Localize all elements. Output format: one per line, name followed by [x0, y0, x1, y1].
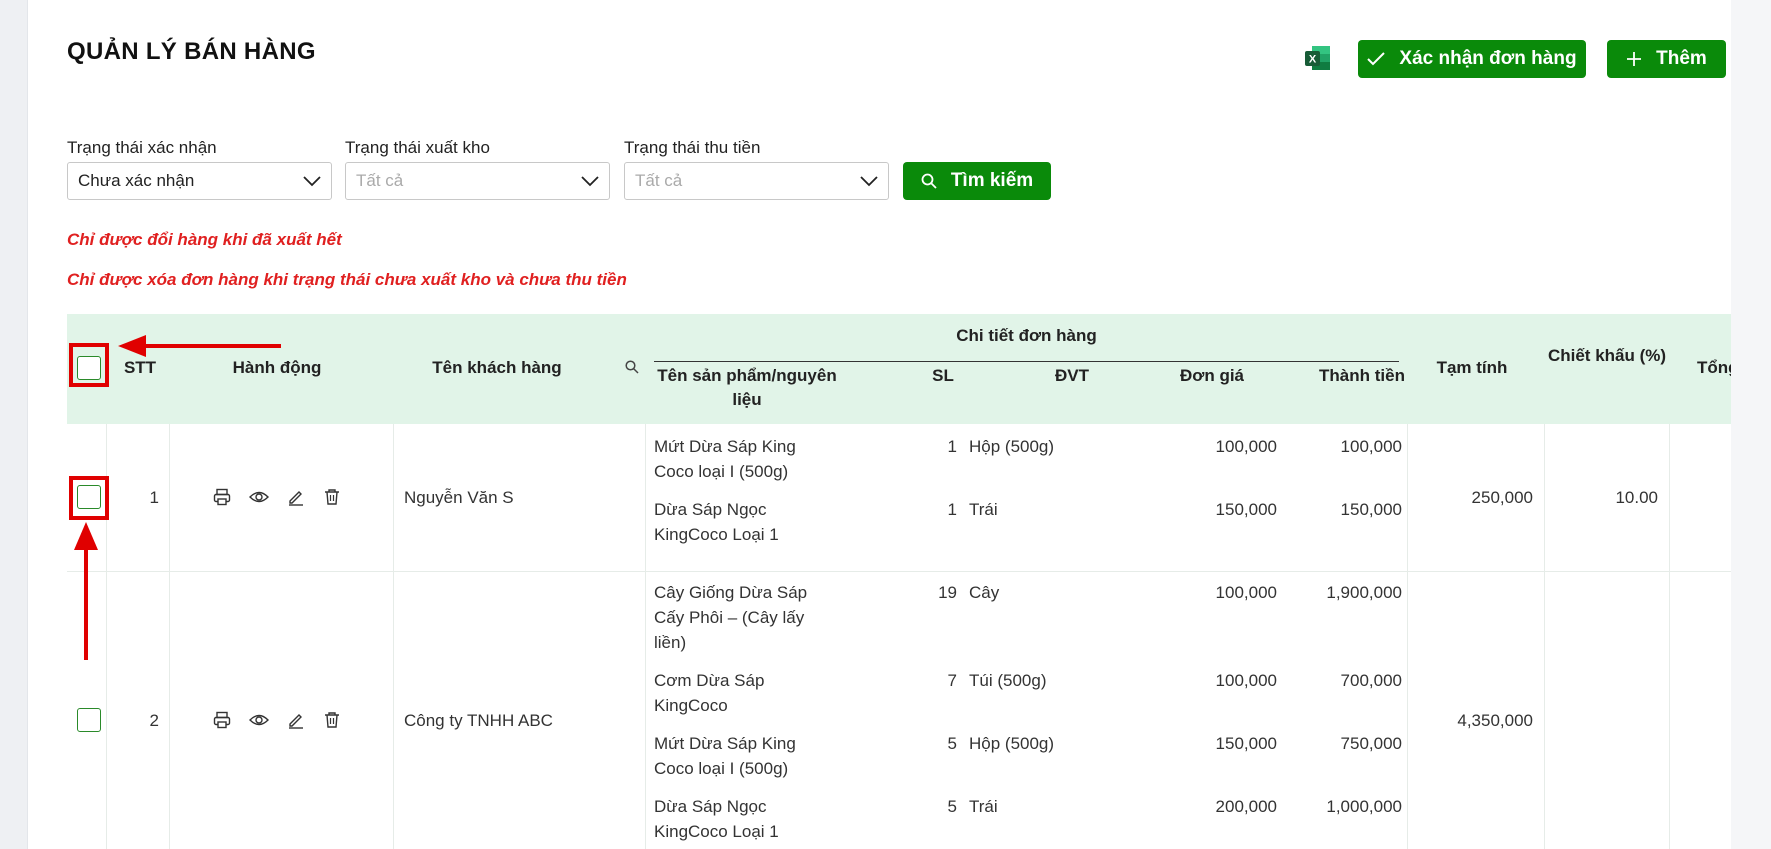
- header-qty: SL: [932, 366, 954, 385]
- print-icon[interactable]: [213, 488, 231, 506]
- view-icon[interactable]: [249, 488, 269, 506]
- edit-icon[interactable]: [287, 488, 305, 506]
- edit-icon[interactable]: [287, 711, 305, 729]
- item-unit: Túi (500g): [969, 671, 1047, 690]
- item-qty: 19: [938, 583, 957, 602]
- item-amount: 150,000: [1340, 500, 1402, 519]
- annotation-highlight-row-checkbox: [69, 476, 109, 520]
- item-amount: 1,900,000: [1326, 583, 1402, 602]
- svg-text:X: X: [1309, 54, 1317, 66]
- item-unit: Trái: [969, 500, 998, 519]
- table-header: STT Hành động Tên khách hàng Chi tiết đơ…: [67, 314, 1731, 424]
- row-customer: Công ty TNHH ABC: [404, 711, 553, 730]
- payment-status-label: Trạng thái thu tiền: [624, 138, 761, 157]
- item-price: 150,000: [1215, 734, 1277, 753]
- print-icon[interactable]: [213, 711, 231, 729]
- item-amount: 100,000: [1340, 437, 1402, 456]
- header-discount: Chiết khấu (%): [1547, 346, 1667, 365]
- header-price: Đơn giá: [1179, 366, 1245, 385]
- item-unit: Hộp (500g): [969, 437, 1055, 456]
- item-product: Cơm Dừa Sáp KingCoco: [654, 671, 765, 715]
- delete-icon[interactable]: [323, 488, 341, 506]
- row-stt: 1: [149, 488, 159, 507]
- view-icon[interactable]: [249, 711, 269, 729]
- row-subtotal: 4,350,000: [1457, 711, 1533, 730]
- add-label: Thêm: [1656, 48, 1707, 69]
- search-button[interactable]: Tìm kiếm: [903, 162, 1051, 200]
- item-product: Dừa Sáp Ngọc KingCoco Loại 1: [654, 797, 779, 841]
- item-qty: 5: [947, 734, 957, 753]
- confirm-order-label: Xác nhận đơn hàng: [1399, 48, 1577, 69]
- delete-note: Chỉ được xóa đơn hàng khi trạng thái chư…: [67, 270, 627, 289]
- item-price: 150,000: [1215, 500, 1277, 519]
- exchange-note: Chỉ được đổi hàng khi đã xuất hết: [67, 230, 342, 249]
- row-checkbox[interactable]: [77, 708, 101, 732]
- header-total: Tổng: [1697, 358, 1731, 377]
- header-product: Tên sản phẩm/nguyên liệu: [657, 366, 837, 409]
- annotation-arrow-up: [74, 522, 98, 660]
- row-actions: [213, 711, 341, 729]
- item-qty: 7: [947, 671, 957, 690]
- item-qty: 1: [947, 437, 957, 456]
- item-price: 200,000: [1215, 797, 1277, 816]
- export-status-label: Trạng thái xuất kho: [345, 138, 490, 157]
- add-button[interactable]: Thêm: [1607, 40, 1726, 78]
- export-status-placeholder: Tất cả: [356, 171, 404, 190]
- payment-status-placeholder: Tất cả: [635, 171, 683, 190]
- right-edge: [1731, 0, 1771, 849]
- row-subtotal: 250,000: [1471, 488, 1533, 507]
- item-unit: Trái: [969, 797, 998, 816]
- confirm-status-label: Trạng thái xác nhận: [67, 138, 217, 157]
- row-discount: 10.00: [1615, 488, 1658, 507]
- check-icon: [1367, 52, 1386, 66]
- item-price: 100,000: [1215, 671, 1277, 690]
- search-icon[interactable]: [625, 360, 639, 374]
- item-amount: 1,000,000: [1326, 797, 1402, 816]
- item-price: 100,000: [1215, 583, 1277, 602]
- page-title: QUẢN LÝ BÁN HÀNG: [67, 38, 316, 65]
- confirm-order-button[interactable]: Xác nhận đơn hàng: [1358, 40, 1586, 78]
- chevron-down-icon: [860, 176, 878, 187]
- annotation-arrow-left: [118, 335, 281, 357]
- orders-table: STT Hành động Tên khách hàng Chi tiết đơ…: [67, 314, 1731, 849]
- header-subtotal: Tạm tính: [1436, 358, 1508, 377]
- item-amount: 700,000: [1340, 671, 1402, 690]
- search-icon: [921, 173, 937, 189]
- item-product: Mứt Dừa Sáp King Coco loại I (500g): [654, 437, 796, 481]
- item-price: 100,000: [1215, 437, 1277, 456]
- row-customer: Nguyễn Văn S: [404, 488, 514, 507]
- payment-status-select[interactable]: Tất cả: [624, 162, 889, 200]
- header-actions: Hành động: [232, 358, 322, 377]
- header-unit: ĐVT: [1055, 366, 1089, 385]
- excel-icon[interactable]: X: [1304, 44, 1332, 72]
- confirm-status-value: Chưa xác nhận: [78, 171, 195, 190]
- header-divider: [654, 361, 1399, 362]
- item-qty: 5: [947, 797, 957, 816]
- header-details: Chi tiết đơn hàng: [956, 326, 1097, 345]
- item-product: Cây Giống Dừa Sáp Cấy Phôi – (Cây lấy li…: [654, 583, 808, 652]
- plus-icon: [1627, 52, 1642, 66]
- chevron-down-icon: [303, 176, 321, 187]
- item-amount: 750,000: [1340, 734, 1402, 753]
- table-row: 2 Công ty TNHH ABC Cây Giống Dừa Sáp Cấy…: [67, 572, 1731, 849]
- search-label: Tìm kiếm: [950, 170, 1034, 191]
- header-customer: Tên khách hàng: [432, 358, 562, 377]
- item-unit: Cây: [969, 583, 1000, 602]
- item-product: Dừa Sáp Ngọc KingCoco Loại 1: [654, 500, 779, 544]
- main-content: QUẢN LÝ BÁN HÀNG X Xác nhận đơn hàng Thê…: [28, 0, 1731, 849]
- row-actions: [213, 488, 341, 506]
- confirm-status-select[interactable]: Chưa xác nhận: [67, 162, 332, 200]
- table-row: 1 Nguyễn Văn S Mứt Dừa Sáp King Coco loạ…: [67, 424, 1731, 572]
- delete-icon[interactable]: [323, 711, 341, 729]
- sidebar-edge: [0, 0, 28, 849]
- item-qty: 1: [947, 500, 957, 519]
- item-unit: Hộp (500g): [969, 734, 1055, 753]
- annotation-highlight-select-all: [69, 343, 109, 387]
- row-stt: 2: [149, 711, 159, 730]
- export-status-select[interactable]: Tất cả: [345, 162, 610, 200]
- chevron-down-icon: [581, 176, 599, 187]
- item-product: Mứt Dừa Sáp King Coco loại I (500g): [654, 734, 796, 778]
- header-stt: STT: [123, 358, 157, 377]
